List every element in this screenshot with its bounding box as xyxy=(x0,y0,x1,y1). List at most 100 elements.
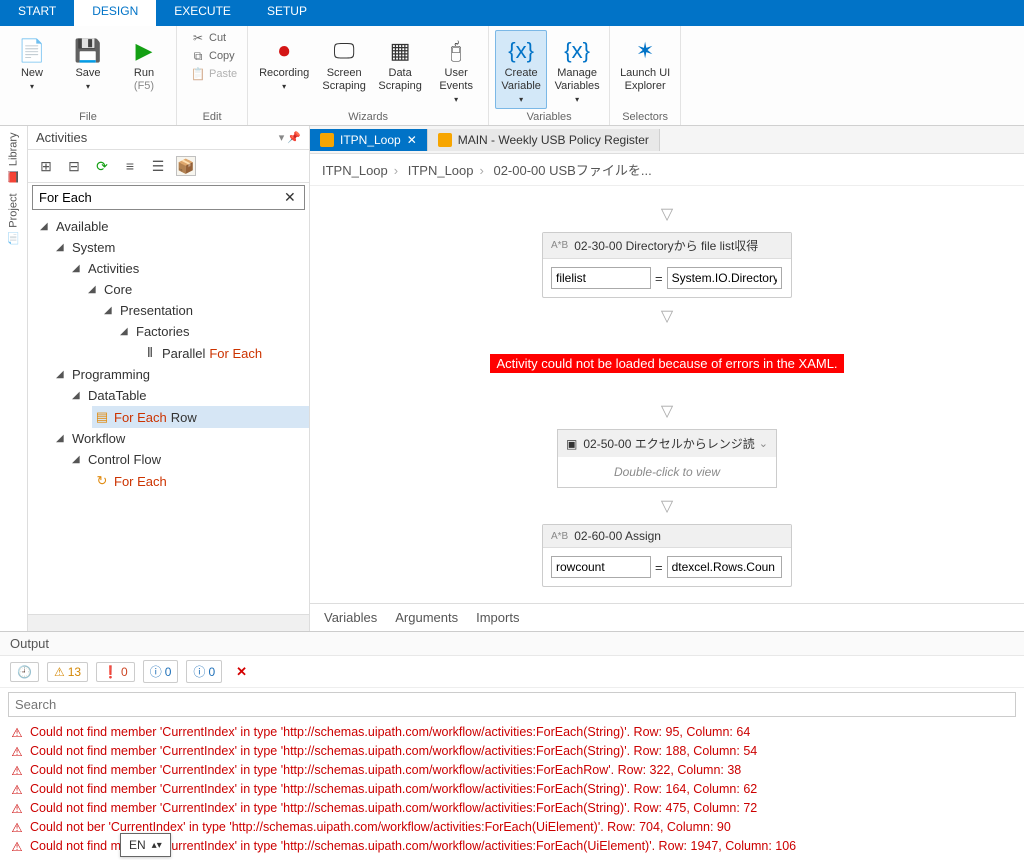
activity-foreach[interactable]: ↻For Each xyxy=(92,470,309,492)
clear-search-icon[interactable]: ✕ xyxy=(284,189,298,206)
tree-available[interactable]: ◢Available xyxy=(40,216,309,237)
group-vars-label: Variables xyxy=(495,111,603,123)
tree-activities[interactable]: ◢Activities xyxy=(72,258,309,279)
tool-list-icon[interactable]: ☰ xyxy=(148,156,168,176)
tab-setup[interactable]: SETUP xyxy=(249,0,325,26)
assign-var-input[interactable] xyxy=(551,267,651,289)
activity-assign-2[interactable]: A*B02‐60‐00 Assign = xyxy=(542,524,792,587)
filter-warn[interactable]: ⚠13 xyxy=(47,662,88,682)
doc-tab-itpn[interactable]: ITPN_Loop✕ xyxy=(310,129,428,151)
assign-var-input-2[interactable] xyxy=(551,556,651,578)
tree-core[interactable]: ◢Core xyxy=(88,279,309,300)
tool-collapse-icon[interactable]: ⊟ xyxy=(64,156,84,176)
output-row[interactable]: ⚠Could not find member 'CurrentIndex' in… xyxy=(6,742,1018,761)
copy-button[interactable]: ⧉Copy xyxy=(187,48,241,64)
tree-presentation[interactable]: ◢Presentation xyxy=(104,300,309,321)
output-row[interactable]: ⚠Could not find member 'CurrentIndex' in… xyxy=(6,799,1018,818)
flow-arrow-icon: ▽ xyxy=(661,204,673,224)
var-manage-icon: {x} xyxy=(560,33,594,67)
user-events-button[interactable]: 🖯User Events▾ xyxy=(430,30,482,109)
row-icon: ▤ xyxy=(94,409,110,425)
tree-datatable[interactable]: ◢DataTable xyxy=(72,385,309,406)
run-button[interactable]: ▶ Run (F5) xyxy=(118,30,170,96)
tree-system[interactable]: ◢System xyxy=(56,237,309,258)
sidebar-library[interactable]: 📕Library xyxy=(7,132,20,183)
error-icon: ❗ xyxy=(103,665,118,679)
panel-collapse-icon[interactable]: ▾ 📌 xyxy=(279,131,301,144)
tab-imports[interactable]: Imports xyxy=(476,610,519,625)
activity-foreach-row[interactable]: ▤For Each Row xyxy=(92,406,309,428)
flow-arrow-icon: ▽ xyxy=(661,306,673,326)
bread-1[interactable]: ITPN_Loop xyxy=(322,163,388,178)
tab-execute[interactable]: EXECUTE xyxy=(156,0,249,26)
activity-assign-1[interactable]: A*B02-30-00 Directoryから file list収得 = xyxy=(542,232,792,298)
warn-icon: ⚠ xyxy=(10,782,24,797)
assign-val-input-2[interactable] xyxy=(667,556,782,578)
assign-val-input[interactable] xyxy=(667,267,782,289)
document-tabs: ITPN_Loop✕ MAIN - Weekly USB Policy Regi… xyxy=(310,126,1024,154)
data-scraping-button[interactable]: ▦Data Scraping xyxy=(374,30,426,96)
flow-arrow-icon: ▽ xyxy=(661,401,673,421)
activity-excel-range[interactable]: ▣02-50-00 エクセルからレンジ読⌄ Double-click to vi… xyxy=(557,429,777,488)
play-icon: ▶ xyxy=(127,33,161,67)
tree-workflow[interactable]: ◢Workflow xyxy=(56,428,309,449)
excel-icon: ▣ xyxy=(566,437,577,451)
tool-expand-icon[interactable]: ⊞ xyxy=(36,156,56,176)
filter-error[interactable]: ❗0 xyxy=(96,662,135,682)
grid-icon: ▦ xyxy=(383,33,417,67)
sidebar-project[interactable]: 📄Project xyxy=(7,193,20,245)
tool-grid-icon[interactable]: 📦 xyxy=(176,156,196,176)
output-row[interactable]: ⚠Could not find member 'CurrentIndex' in… xyxy=(6,761,1018,780)
file-icon xyxy=(320,133,334,147)
new-label: New xyxy=(21,67,43,80)
cut-button[interactable]: ✂Cut xyxy=(187,30,241,46)
new-icon: 📄 xyxy=(15,33,49,67)
scrollbar-h[interactable] xyxy=(28,614,309,631)
output-row[interactable]: ⚠Could not find member 'CurrentIndex' in… xyxy=(6,780,1018,799)
new-button[interactable]: 📄 New▾ xyxy=(6,30,58,96)
bread-2[interactable]: ITPN_Loop xyxy=(408,163,474,178)
warn-icon: ⚠ xyxy=(54,665,65,679)
tab-arguments[interactable]: Arguments xyxy=(395,610,458,625)
designer-panel: ITPN_Loop✕ MAIN - Weekly USB Policy Regi… xyxy=(310,126,1024,631)
workflow-canvas[interactable]: ▽ A*B02-30-00 Directoryから file list収得 = … xyxy=(310,186,1024,603)
save-button[interactable]: 💾 Save▾ xyxy=(62,30,114,96)
tab-variables[interactable]: Variables xyxy=(324,610,377,625)
tab-design[interactable]: DESIGN xyxy=(74,0,156,26)
create-variable-button[interactable]: {x}Create Variable▾ xyxy=(495,30,547,109)
launch-ui-explorer-button[interactable]: ✶Launch UI Explorer xyxy=(616,30,674,96)
screen-scraping-button[interactable]: 🖵Screen Scraping xyxy=(318,30,370,96)
clear-output-icon[interactable]: ✕ xyxy=(230,664,253,680)
tree-programming[interactable]: ◢Programming xyxy=(56,364,309,385)
monitor-icon: 🖵 xyxy=(327,33,361,67)
tool-refresh-icon[interactable]: ⟳ xyxy=(92,156,112,176)
paste-button[interactable]: 📋Paste xyxy=(187,66,241,82)
clock-icon: 🕘 xyxy=(17,665,32,679)
record-icon: ⏺ xyxy=(267,33,301,67)
group-edit-label: Edit xyxy=(183,111,241,123)
recording-button[interactable]: ⏺Recording▾ xyxy=(254,30,314,96)
tool-tree-icon[interactable]: ≡ xyxy=(120,156,140,176)
doc-tab-main[interactable]: MAIN - Weekly USB Policy Register xyxy=(428,129,660,151)
tab-start[interactable]: START xyxy=(0,0,74,26)
tree-factories[interactable]: ◢Factories xyxy=(120,321,309,342)
expand-icon[interactable]: ⌄ xyxy=(759,437,768,450)
bread-3[interactable]: 02-00-00 USBファイルを... xyxy=(493,163,651,178)
close-icon[interactable]: ✕ xyxy=(407,133,417,147)
chevron-up-down-icon: ▴▾ xyxy=(152,840,162,851)
activity-parallel-foreach[interactable]: ⫴Parallel For Each xyxy=(140,342,309,364)
left-sidebar: 📕Library 📄Project xyxy=(0,126,28,631)
manage-variable-button[interactable]: {x}Manage Variables▾ xyxy=(551,30,603,109)
warn-icon: ⚠ xyxy=(10,820,24,835)
run-shortcut: (F5) xyxy=(134,80,154,93)
filter-trace[interactable]: ⓘ0 xyxy=(186,660,222,683)
tree-controlflow[interactable]: ◢Control Flow xyxy=(72,449,309,470)
output-row[interactable]: ⚠Could not find member 'CurrentIndex' in… xyxy=(6,723,1018,742)
paste-icon: 📋 xyxy=(191,67,205,81)
filter-info[interactable]: ⓘ0 xyxy=(143,660,179,683)
language-selector[interactable]: EN▴▾ xyxy=(120,833,171,857)
file-icon xyxy=(438,133,452,147)
activities-search-input[interactable] xyxy=(39,190,284,205)
filter-time[interactable]: 🕘 xyxy=(10,662,39,682)
output-search-input[interactable] xyxy=(8,692,1016,717)
